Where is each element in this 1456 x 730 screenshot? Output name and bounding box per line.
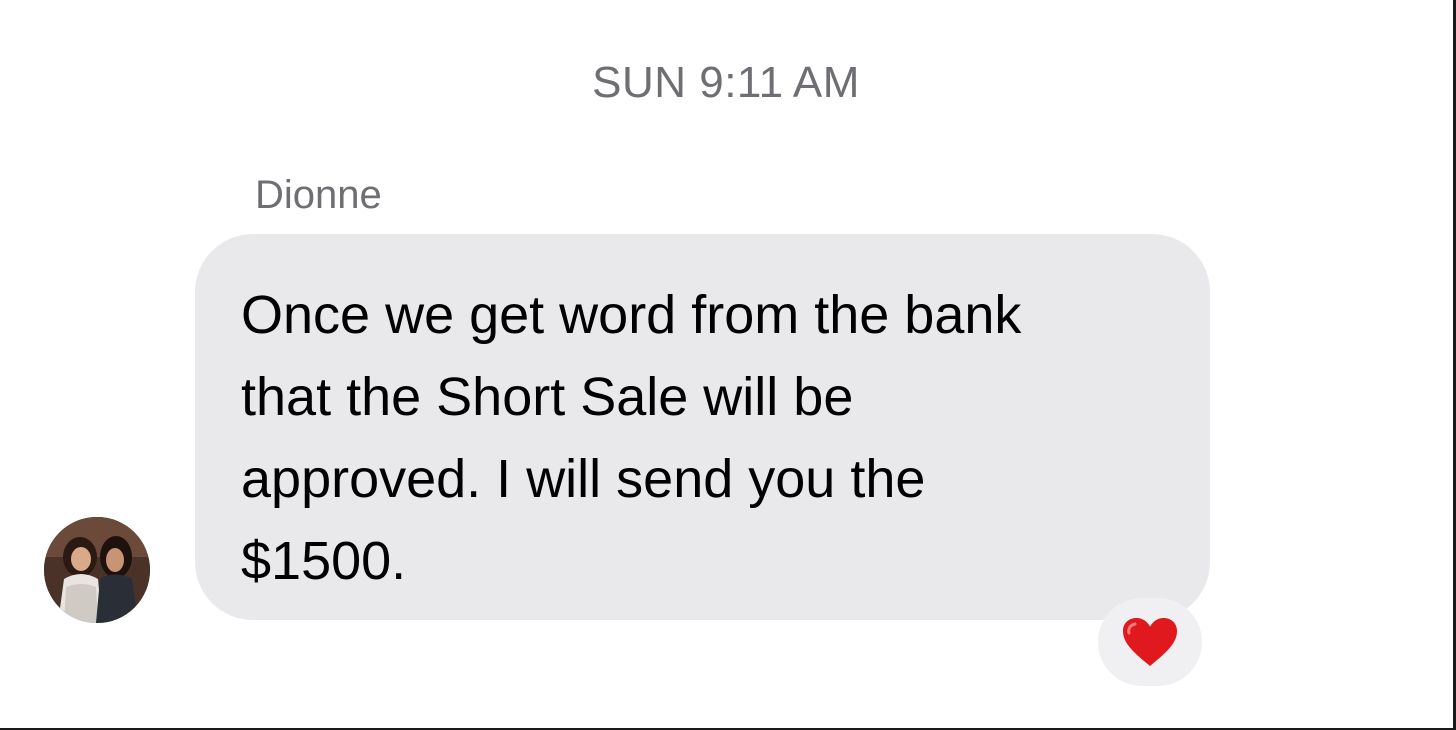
conversation-view: SUN 9:11 AM Dionne Once we get word from…: [0, 0, 1456, 730]
message-text: Once we get word from the bank that the …: [241, 285, 1022, 591]
sender-name: Dionne: [255, 173, 382, 217]
reaction-tapback[interactable]: [1098, 598, 1202, 686]
contact-avatar[interactable]: [44, 517, 150, 623]
avatar-photo-icon: [44, 517, 150, 623]
message-bubble[interactable]: Once we get word from the bank that the …: [195, 234, 1210, 620]
message-timestamp: SUN 9:11 AM: [592, 58, 860, 107]
red-heart-icon: [1123, 618, 1177, 666]
